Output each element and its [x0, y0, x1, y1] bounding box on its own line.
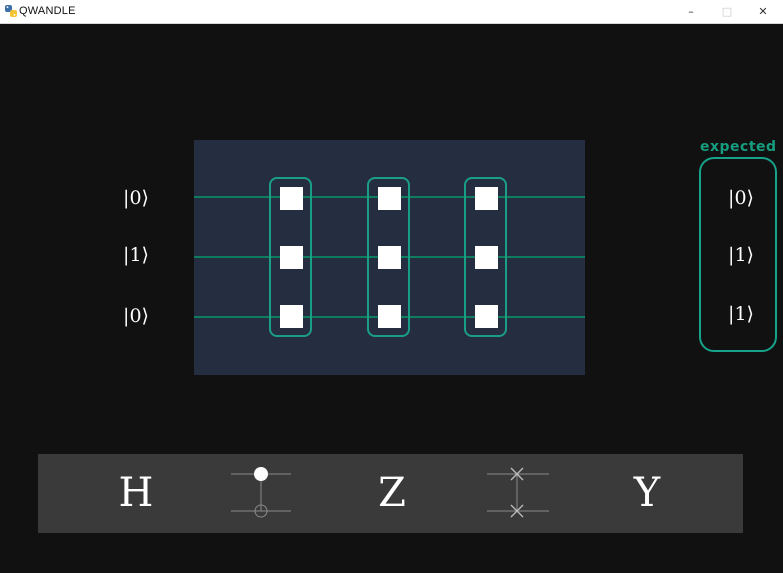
expected-state-2: |1⟩ [728, 303, 754, 325]
input-state-2: |0⟩ [123, 305, 149, 327]
gate-cell-c2-q0[interactable] [378, 187, 401, 210]
y-gate[interactable]: Y [617, 468, 677, 518]
gate-cell-c3-q0[interactable] [475, 187, 498, 210]
minimize-button[interactable]: – [673, 0, 709, 23]
gate-cell-c2-q2[interactable] [378, 305, 401, 328]
gate-cell-c2-q1[interactable] [378, 246, 401, 269]
window-title: QWANDLE [19, 5, 76, 17]
h-gate[interactable]: H [106, 468, 166, 518]
expected-state-0: |0⟩ [728, 187, 754, 209]
python-app-icon [5, 5, 17, 17]
gate-cell-c1-q0[interactable] [280, 187, 303, 210]
title-bar: QWANDLE – □ ✕ [0, 0, 783, 24]
gate-cell-c1-q1[interactable] [280, 246, 303, 269]
swap-gate-icon[interactable] [485, 463, 551, 520]
input-state-1: |1⟩ [123, 244, 149, 266]
close-button[interactable]: ✕ [745, 0, 781, 23]
expected-state-1: |1⟩ [728, 244, 754, 266]
gate-cell-c1-q2[interactable] [280, 305, 303, 328]
gate-cell-c3-q2[interactable] [475, 305, 498, 328]
z-gate[interactable]: Z [362, 468, 422, 518]
cnot-gate-icon[interactable] [229, 463, 293, 520]
gate-cell-c3-q1[interactable] [475, 246, 498, 269]
input-state-0: |0⟩ [123, 187, 149, 209]
expected-label: expected [700, 139, 777, 155]
maximize-button[interactable]: □ [709, 0, 745, 23]
